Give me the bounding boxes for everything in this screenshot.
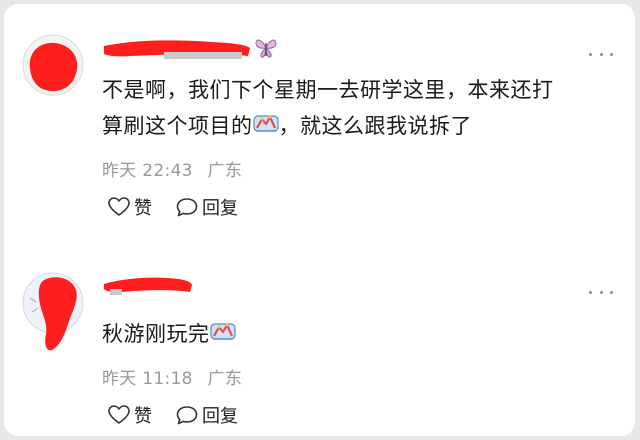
amusement-ride-emoji (209, 317, 236, 353)
redacted-username (104, 277, 192, 295)
comment-item: 秋游刚玩完 昨天 11:18 广东 赞 回复 (4, 234, 635, 436)
timestamp: 昨天 22:43 (102, 161, 193, 181)
avatar[interactable] (22, 34, 84, 96)
reply-button[interactable]: 回复 (176, 194, 238, 220)
username[interactable] (102, 270, 202, 296)
location: 广东 (207, 161, 243, 181)
heart-icon (108, 197, 130, 216)
reply-label: 回复 (202, 406, 238, 427)
comment-actions: 赞 回复 (108, 402, 262, 428)
comment-line-2-end: ，就这么跟我说拆了 (278, 114, 472, 138)
reply-label: 回复 (202, 198, 238, 219)
comment-item: 不是啊，我们下个星期一去研学这里，本来还打 算刷这个项目的 ，就这么跟我说拆了 … (4, 4, 635, 224)
more-options-button[interactable] (589, 49, 613, 59)
comment-meta: 昨天 11:18 广东 (102, 364, 242, 389)
comment-text: 秋游刚玩完 (102, 316, 602, 353)
speech-bubble-icon (176, 198, 198, 217)
like-label: 赞 (134, 406, 152, 427)
redacted-username (104, 40, 250, 59)
comment-line-2-start: 算刷这个项目的 (102, 114, 253, 138)
redacted-avatar (22, 34, 84, 96)
comments-panel: 不是啊，我们下个星期一去研学这里，本来还打 算刷这个项目的 ，就这么跟我说拆了 … (4, 4, 635, 436)
butterfly-emoji (254, 37, 278, 63)
comment-line-1: 不是啊，我们下个星期一去研学这里，本来还打 (102, 78, 554, 102)
like-label: 赞 (134, 198, 152, 219)
username[interactable] (102, 34, 292, 60)
amusement-ride-emoji (252, 109, 279, 145)
comment-line: 不是啊，我们下个星期一去研学这里，本来还打 (102, 72, 602, 108)
more-options-button[interactable] (589, 287, 613, 297)
comment-line: 算刷这个项目的 ，就这么跟我说拆了 (102, 108, 602, 145)
reply-button[interactable]: 回复 (176, 402, 238, 428)
location: 广东 (207, 369, 243, 389)
speech-bubble-icon (176, 406, 198, 425)
comment-actions: 赞 回复 (108, 194, 262, 220)
avatar[interactable] (22, 272, 84, 351)
comment-text: 不是啊，我们下个星期一去研学这里，本来还打 算刷这个项目的 ，就这么跟我说拆了 (102, 72, 602, 145)
timestamp: 昨天 11:18 (102, 369, 193, 389)
like-button[interactable]: 赞 (108, 194, 152, 220)
comment-meta: 昨天 22:43 广东 (102, 156, 242, 181)
comment-line-1: 秋游刚玩完 (102, 322, 210, 346)
heart-icon (108, 405, 130, 424)
like-button[interactable]: 赞 (108, 402, 152, 428)
redacted-avatar (22, 272, 84, 351)
